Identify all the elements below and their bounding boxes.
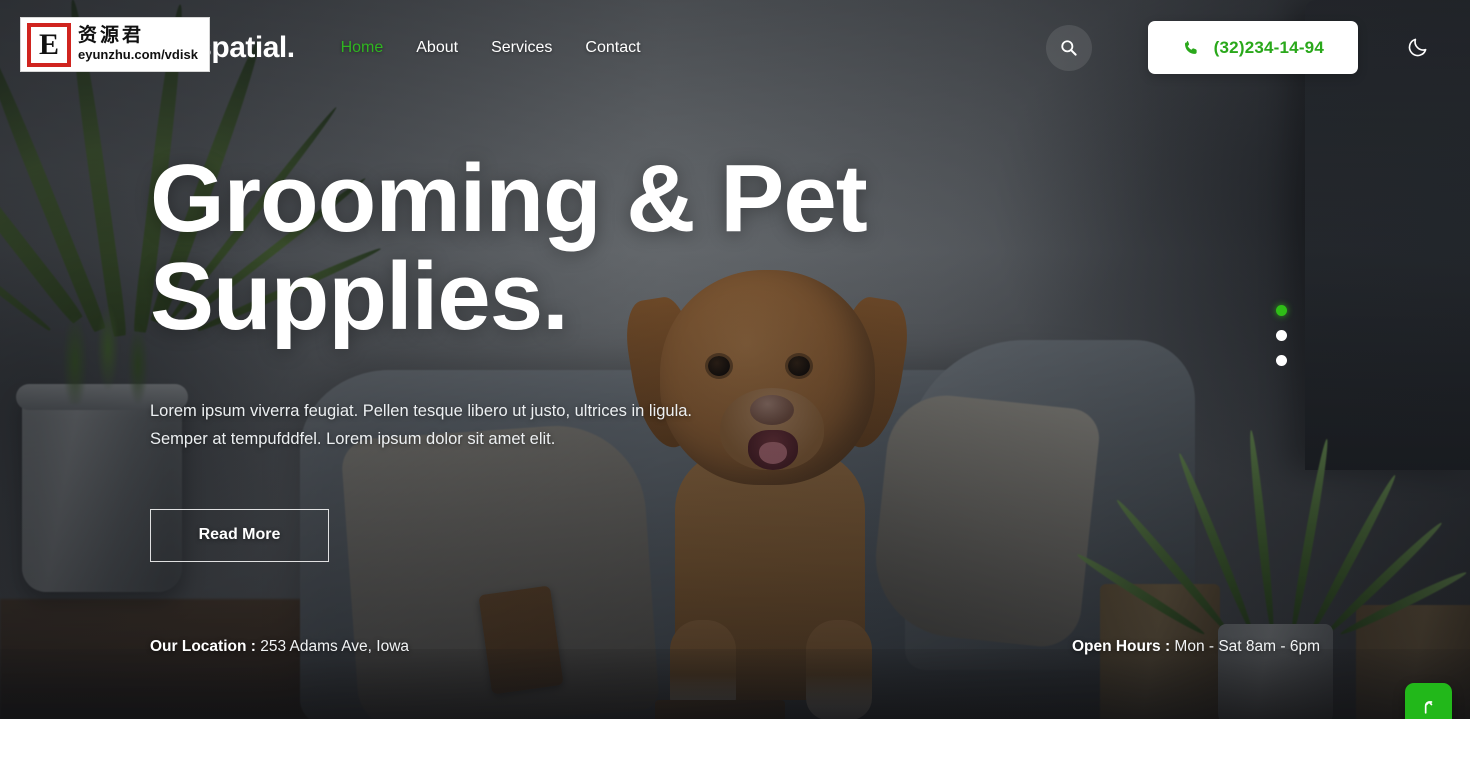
read-more-button[interactable]: Read More [150, 508, 329, 562]
hours-label: Open Hours : [1071, 638, 1171, 655]
moon-icon [1408, 38, 1426, 57]
nav-item-services[interactable]: Services [491, 39, 552, 57]
hero-info-bar: Our Location : 253 Adams Ave, Iowa Open … [150, 638, 1320, 656]
location-value: 253 Adams Ave, Iowa [260, 638, 410, 655]
main-navigation: Home About Services Contact [341, 39, 641, 57]
slider-dot-1[interactable] [1276, 305, 1287, 316]
hero-content: Grooming & Pet Supplies. Lorem ipsum viv… [150, 150, 1050, 562]
hours-info: Open Hours : Mon - Sat 8am - 6pm [1072, 638, 1320, 656]
watermark-overlay: E 资源君 eyunzhu.com/vdisk [20, 17, 210, 72]
location-info: Our Location : 253 Adams Ave, Iowa [150, 638, 409, 656]
page-body-below-hero [0, 719, 1470, 780]
search-button[interactable] [1045, 24, 1092, 71]
search-icon [1061, 40, 1077, 56]
slider-pagination [1276, 305, 1287, 366]
hero-title-line-1: Grooming & Pet [150, 145, 868, 252]
watermark-chinese: 资源君 [78, 24, 145, 47]
scroll-to-top-button[interactable] [1405, 683, 1452, 719]
nav-item-contact[interactable]: Contact [585, 39, 640, 57]
hero-title: Grooming & Pet Supplies. [150, 150, 1050, 346]
nav-item-home[interactable]: Home [341, 39, 384, 57]
phone-icon [1184, 40, 1197, 54]
phone-number: (32)234-14-94 [1213, 37, 1324, 57]
watermark-letter: E [38, 27, 59, 61]
hero-description: Lorem ipsum viverra feugiat. Pellen tesq… [150, 401, 693, 449]
watermark-logo-icon: E [27, 22, 71, 67]
location-label: Our Location : [150, 638, 256, 655]
header-actions: (32)234-14-94 [1045, 21, 1434, 74]
arrow-up-icon [1424, 700, 1432, 714]
phone-button[interactable]: (32)234-14-94 [1147, 21, 1358, 74]
hero-section: Petspatial. Home About Services Contact … [0, 0, 1470, 719]
watermark-text: 资源君 eyunzhu.com/vdisk [78, 24, 198, 63]
watermark-url: eyunzhu.com/vdisk [78, 47, 198, 63]
site-header: Petspatial. Home About Services Contact … [0, 0, 1470, 95]
nav-item-about[interactable]: About [416, 39, 458, 57]
hours-value: Mon - Sat 8am - 6pm [1174, 638, 1320, 655]
dark-mode-toggle[interactable] [1400, 31, 1434, 65]
hero-title-line-2: Supplies. [150, 242, 569, 350]
slider-dot-2[interactable] [1276, 330, 1287, 341]
slider-dot-3[interactable] [1276, 355, 1287, 366]
